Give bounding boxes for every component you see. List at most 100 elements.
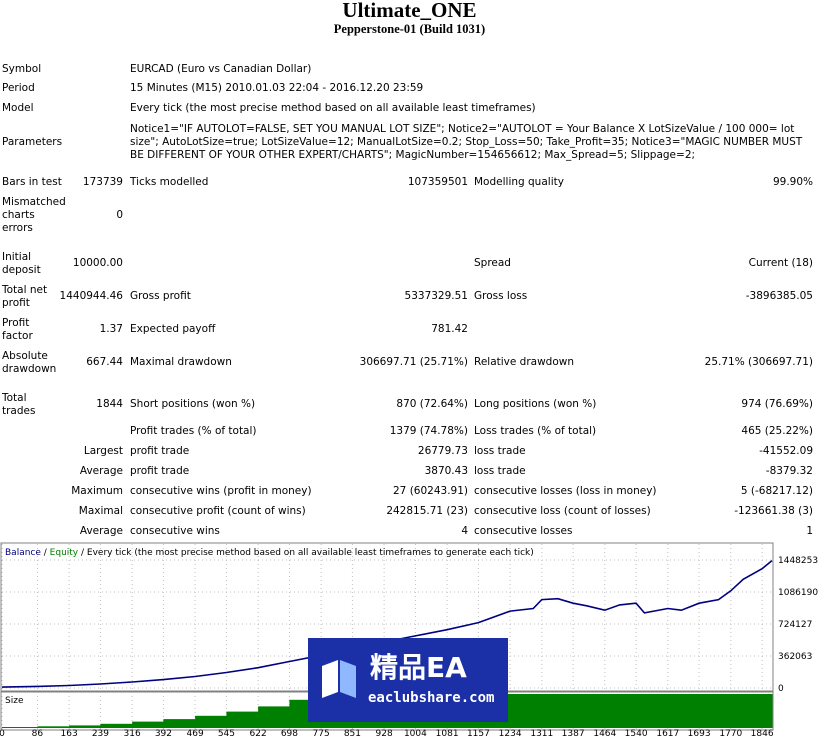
y-tick-label: 1448253 xyxy=(778,556,818,566)
size-bar xyxy=(586,694,606,728)
size-bar xyxy=(636,694,645,728)
size-bar xyxy=(619,694,637,728)
size-bar xyxy=(533,694,543,728)
payoff-value: 781.42 xyxy=(431,323,468,335)
x-tick-label: 1617 xyxy=(656,729,679,739)
model-value: Every tick (the most precise method base… xyxy=(130,102,536,114)
grossloss-value: -3896385.05 xyxy=(745,290,813,302)
average-profit-value: 3870.43 xyxy=(424,465,468,477)
payoff-label: Expected payoff xyxy=(130,323,216,335)
largest-label: Largest xyxy=(83,445,123,457)
maxwins-label: consecutive wins (profit in money) xyxy=(130,485,312,497)
maximum-label: Maximum xyxy=(71,485,123,497)
period-value: 15 Minutes (M15) 2010.01.03 22:04 - 2016… xyxy=(130,82,424,94)
average-label: Average xyxy=(79,465,123,477)
x-tick-label: 1693 xyxy=(688,729,711,739)
pf-value: 1.37 xyxy=(99,323,123,335)
x-tick-label: 1770 xyxy=(719,729,742,739)
pf-label: Profit factor xyxy=(2,317,33,342)
maxlosscount-label: consecutive loss (count of losses) xyxy=(474,505,651,517)
report-title: Ultimate_ONE xyxy=(342,0,477,22)
symbol-label: Symbol xyxy=(2,63,42,75)
largest-loss-value: -41552.09 xyxy=(759,445,813,457)
trades-value: 1844 xyxy=(96,398,123,410)
x-tick-label: 86 xyxy=(32,729,44,739)
bars-value: 173739 xyxy=(82,176,123,188)
size-bar xyxy=(573,694,588,728)
size-bar xyxy=(163,719,196,728)
x-tick-label: 239 xyxy=(92,729,109,739)
avglosses-value: 1 xyxy=(806,525,813,537)
x-tick-label: 1846 xyxy=(751,729,774,739)
spread-value: Current (18) xyxy=(748,257,813,269)
watermark-banner: 精品EA eaclubshare.com xyxy=(308,638,508,722)
size-bar xyxy=(681,694,700,728)
maxprofit-value: 242815.71 (23) xyxy=(386,505,468,517)
size-bar xyxy=(2,727,38,728)
maxloss-value: 5 (-68217.12) xyxy=(740,485,813,497)
average-profit-label: profit trade xyxy=(130,465,190,477)
maxdd-label: Maximal drawdown xyxy=(130,356,232,368)
absdd-value: 667.44 xyxy=(86,356,123,368)
spread-label: Spread xyxy=(474,257,511,269)
long-value: 974 (76.69%) xyxy=(741,398,813,410)
maximal-label: Maximal xyxy=(78,505,123,517)
x-tick-label: 1234 xyxy=(499,729,522,739)
profittr-value: 1379 (74.78%) xyxy=(389,425,468,437)
largest-profit-value: 26779.73 xyxy=(417,445,468,457)
y-tick-label: 1086190 xyxy=(778,588,818,598)
model-label: Model xyxy=(2,102,34,114)
x-tick-label: 1004 xyxy=(404,729,427,739)
size-bar xyxy=(557,694,574,728)
losstr-value: 465 (25.22%) xyxy=(741,425,813,437)
size-label: Size xyxy=(5,696,24,706)
x-tick-label: 775 xyxy=(313,729,330,739)
report-subtitle: Pepperstone-01 (Build 1031) xyxy=(333,22,486,36)
book-logo-icon xyxy=(322,660,356,698)
mismatch-value: 0 xyxy=(116,209,123,221)
avgwins-label: consecutive wins xyxy=(130,525,220,537)
size-bar xyxy=(718,694,732,728)
x-tick-label: 851 xyxy=(344,729,361,739)
size-bar xyxy=(762,694,773,728)
maxlosscount-value: -123661.38 (3) xyxy=(734,505,813,517)
size-bar xyxy=(604,694,621,728)
maxwins-value: 27 (60243.91) xyxy=(393,485,468,497)
profittr-label: Profit trades (% of total) xyxy=(130,425,257,437)
avglosses-label: consecutive losses xyxy=(474,525,573,537)
mismatch-label: Mismatched charts errors xyxy=(2,196,66,234)
x-tick-label: 1387 xyxy=(562,729,585,739)
x-tick-label: 1311 xyxy=(530,729,553,739)
parameters-label: Parameters xyxy=(2,136,63,148)
size-bar xyxy=(226,711,259,728)
x-tick-label: 928 xyxy=(376,729,393,739)
size-bar xyxy=(132,721,164,728)
losstr-label: Loss trades (% of total) xyxy=(474,425,597,437)
legend-equity: Equity xyxy=(50,548,79,558)
y-tick-label: 362063 xyxy=(778,652,812,662)
trades-label: Total trades xyxy=(2,392,36,417)
size-bar xyxy=(510,694,534,728)
x-tick-label: 0 xyxy=(0,729,5,739)
short-label: Short positions (won %) xyxy=(130,398,256,410)
avgwins-value: 4 xyxy=(461,525,468,537)
maxloss-label: consecutive losses (loss in money) xyxy=(474,485,657,497)
size-bar xyxy=(69,725,101,728)
average-loss-label: loss trade xyxy=(474,465,526,477)
x-tick-label: 698 xyxy=(281,729,298,739)
x-tick-label: 1157 xyxy=(467,729,490,739)
netprofit-value: 1440944.46 xyxy=(59,290,123,302)
size-bar xyxy=(258,706,290,728)
ticks-value: 107359501 xyxy=(407,176,468,188)
size-bar xyxy=(100,723,133,728)
y-tick-label: 724127 xyxy=(778,620,812,630)
grossprofit-value: 5337329.51 xyxy=(404,290,468,302)
x-tick-label: 545 xyxy=(218,729,235,739)
watermark-text: 精品EA xyxy=(370,651,467,684)
size-bar xyxy=(743,694,763,728)
size-bar xyxy=(541,694,559,728)
size-bar xyxy=(644,694,669,728)
x-tick-label: 1081 xyxy=(436,729,459,739)
deposit-value: 10000.00 xyxy=(72,257,123,269)
largest-loss-label: loss trade xyxy=(474,445,526,457)
